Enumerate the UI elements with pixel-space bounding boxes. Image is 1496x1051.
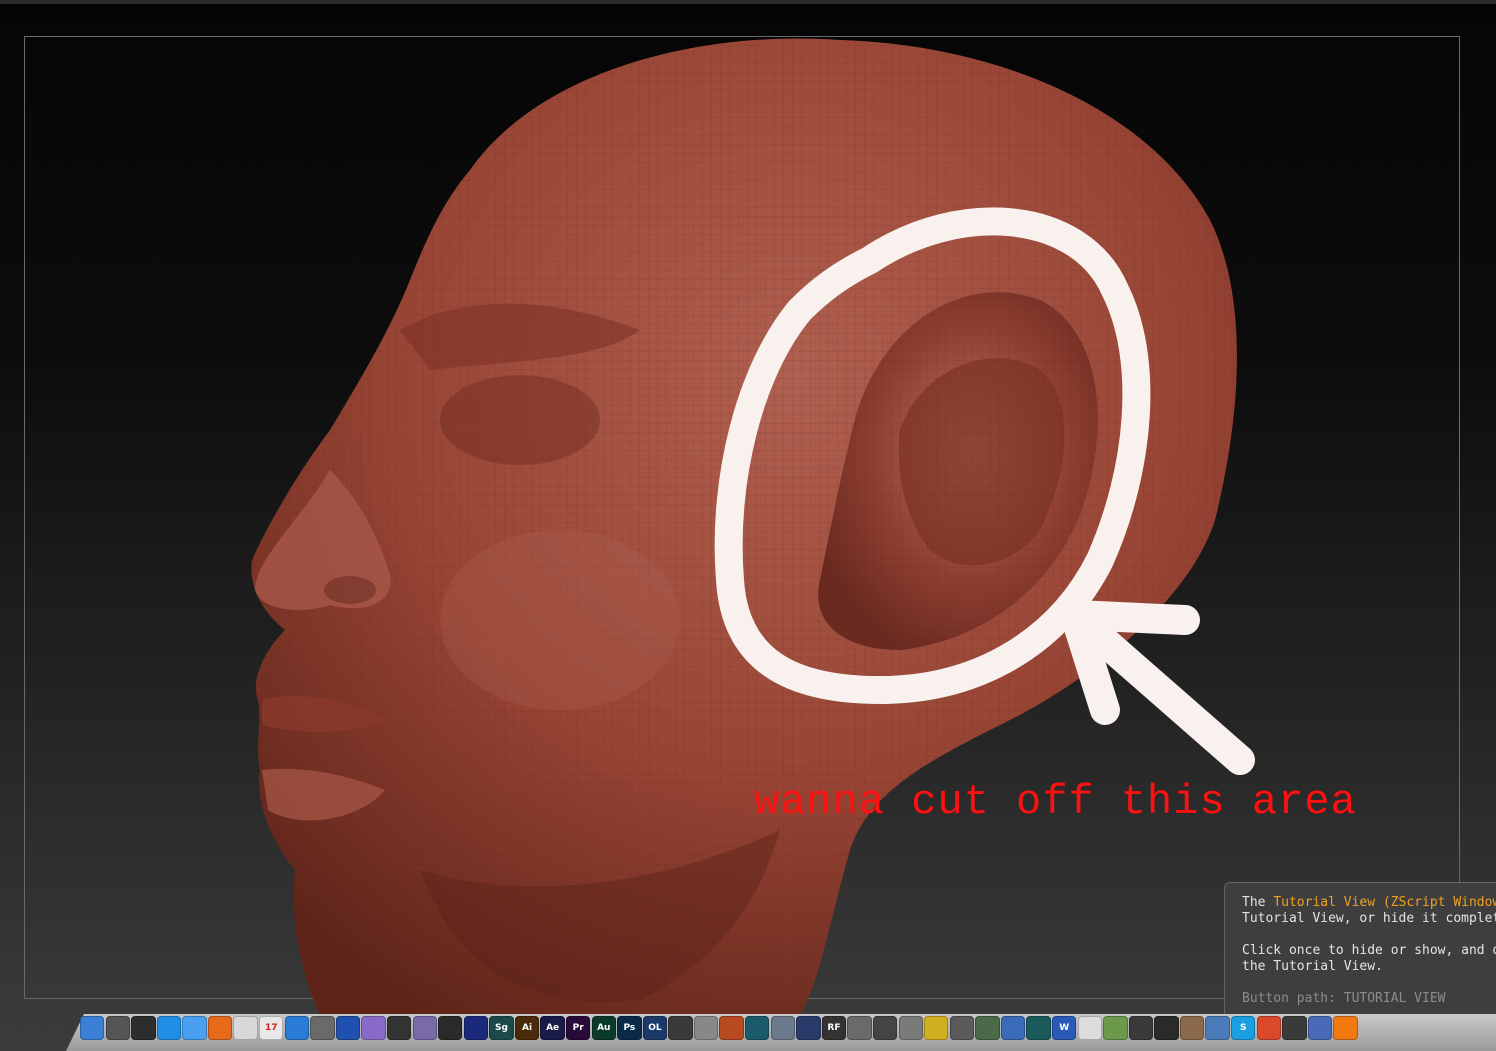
messages-icon[interactable] [182, 1016, 207, 1040]
cheek [440, 530, 680, 710]
preview-icon[interactable] [310, 1016, 335, 1040]
sparkle-icon[interactable] [1205, 1016, 1230, 1040]
sbo-icon[interactable] [668, 1016, 693, 1040]
photo-app-icon[interactable] [361, 1016, 386, 1040]
itunes-icon[interactable] [284, 1016, 310, 1040]
mudbox-icon[interactable] [719, 1016, 744, 1040]
firefox-icon[interactable] [207, 1016, 233, 1040]
capsule-icon[interactable] [1000, 1016, 1026, 1040]
photoshop-icon[interactable]: Ps [617, 1016, 642, 1040]
app-store-icon[interactable] [156, 1016, 182, 1040]
device-icon[interactable] [438, 1016, 463, 1040]
safari-icon[interactable] [412, 1016, 437, 1040]
document-icon[interactable] [1077, 1016, 1102, 1040]
film-icon[interactable] [1154, 1016, 1179, 1040]
dvd-icon[interactable] [463, 1016, 489, 1040]
tooltip-line-2: Tutorial View, or hide it completely [1242, 911, 1496, 926]
tray-icon[interactable] [1128, 1016, 1154, 1040]
premiere-icon[interactable]: Pr [565, 1016, 591, 1040]
speedgrade-icon[interactable]: Sg [489, 1016, 514, 1040]
tooltip-spacer [1242, 927, 1496, 943]
launchpad-icon[interactable] [105, 1016, 130, 1040]
tooltip-spacer-2 [1242, 975, 1496, 991]
clapper-icon[interactable] [386, 1016, 412, 1040]
gear-icon[interactable] [1179, 1016, 1205, 1040]
pencil-icon[interactable] [975, 1016, 1000, 1040]
chrome-icon[interactable] [1256, 1016, 1281, 1040]
skype-icon[interactable]: S [1231, 1016, 1256, 1040]
after-effects-icon[interactable]: Ae [540, 1016, 565, 1040]
vlc-icon[interactable] [1333, 1016, 1358, 1040]
cinema4d-icon[interactable] [796, 1016, 821, 1040]
robot-icon[interactable] [949, 1016, 975, 1040]
mountain-icon[interactable] [1026, 1016, 1051, 1040]
tooltip-highlight: Tutorial View (ZScript Window) [1273, 895, 1496, 910]
address-book-icon[interactable] [233, 1016, 258, 1040]
radiation-icon[interactable] [924, 1016, 949, 1040]
brush-icon[interactable] [847, 1016, 872, 1040]
tooltip-button-path: Button path: TUTORIAL VIEW [1242, 991, 1446, 1006]
sculpted-head [251, 38, 1237, 1017]
finder-icon[interactable] [80, 1016, 105, 1040]
tooltip-prefix: The [1242, 895, 1274, 910]
annotation-text: wanna cut off this area [754, 778, 1357, 826]
motion-icon[interactable] [770, 1016, 795, 1040]
ical-icon[interactable]: 17 [259, 1016, 284, 1040]
maya-icon[interactable] [745, 1016, 770, 1040]
utility-icon[interactable] [898, 1016, 923, 1040]
zbrush-icon[interactable] [872, 1016, 898, 1040]
illustrator-icon[interactable]: Ai [514, 1016, 540, 1040]
zbrush-viewport[interactable]: wanna cut off this area The Tutorial Vie… [0, 0, 1496, 1051]
nostril [324, 576, 376, 604]
tooltip-line-3: Click once to hide or show, and drag [1242, 943, 1496, 958]
monitor-icon[interactable] [1307, 1016, 1333, 1040]
onlocation-icon[interactable]: OL [642, 1016, 668, 1040]
realflow-icon[interactable]: RF [821, 1016, 847, 1040]
tooltip-line-1: The Tutorial View (ZScript Window) [1242, 895, 1496, 911]
audition-icon[interactable]: Au [591, 1016, 616, 1040]
tool-icon[interactable] [693, 1016, 719, 1040]
record-icon[interactable] [1282, 1016, 1307, 1040]
network-icon[interactable] [335, 1016, 361, 1040]
tutorial-view-tooltip: The Tutorial View (ZScript Window) Tutor… [1224, 882, 1496, 1022]
leaf-icon[interactable] [1103, 1016, 1128, 1040]
dock-icons: 17 Sg Ai Ae Pr Au Ps OL RF W S [80, 1016, 1496, 1042]
tooltip-line-4: the Tutorial View. [1242, 959, 1383, 974]
word-icon[interactable]: W [1051, 1016, 1077, 1040]
dashboard-icon[interactable] [131, 1016, 156, 1040]
eye-socket [440, 375, 600, 465]
